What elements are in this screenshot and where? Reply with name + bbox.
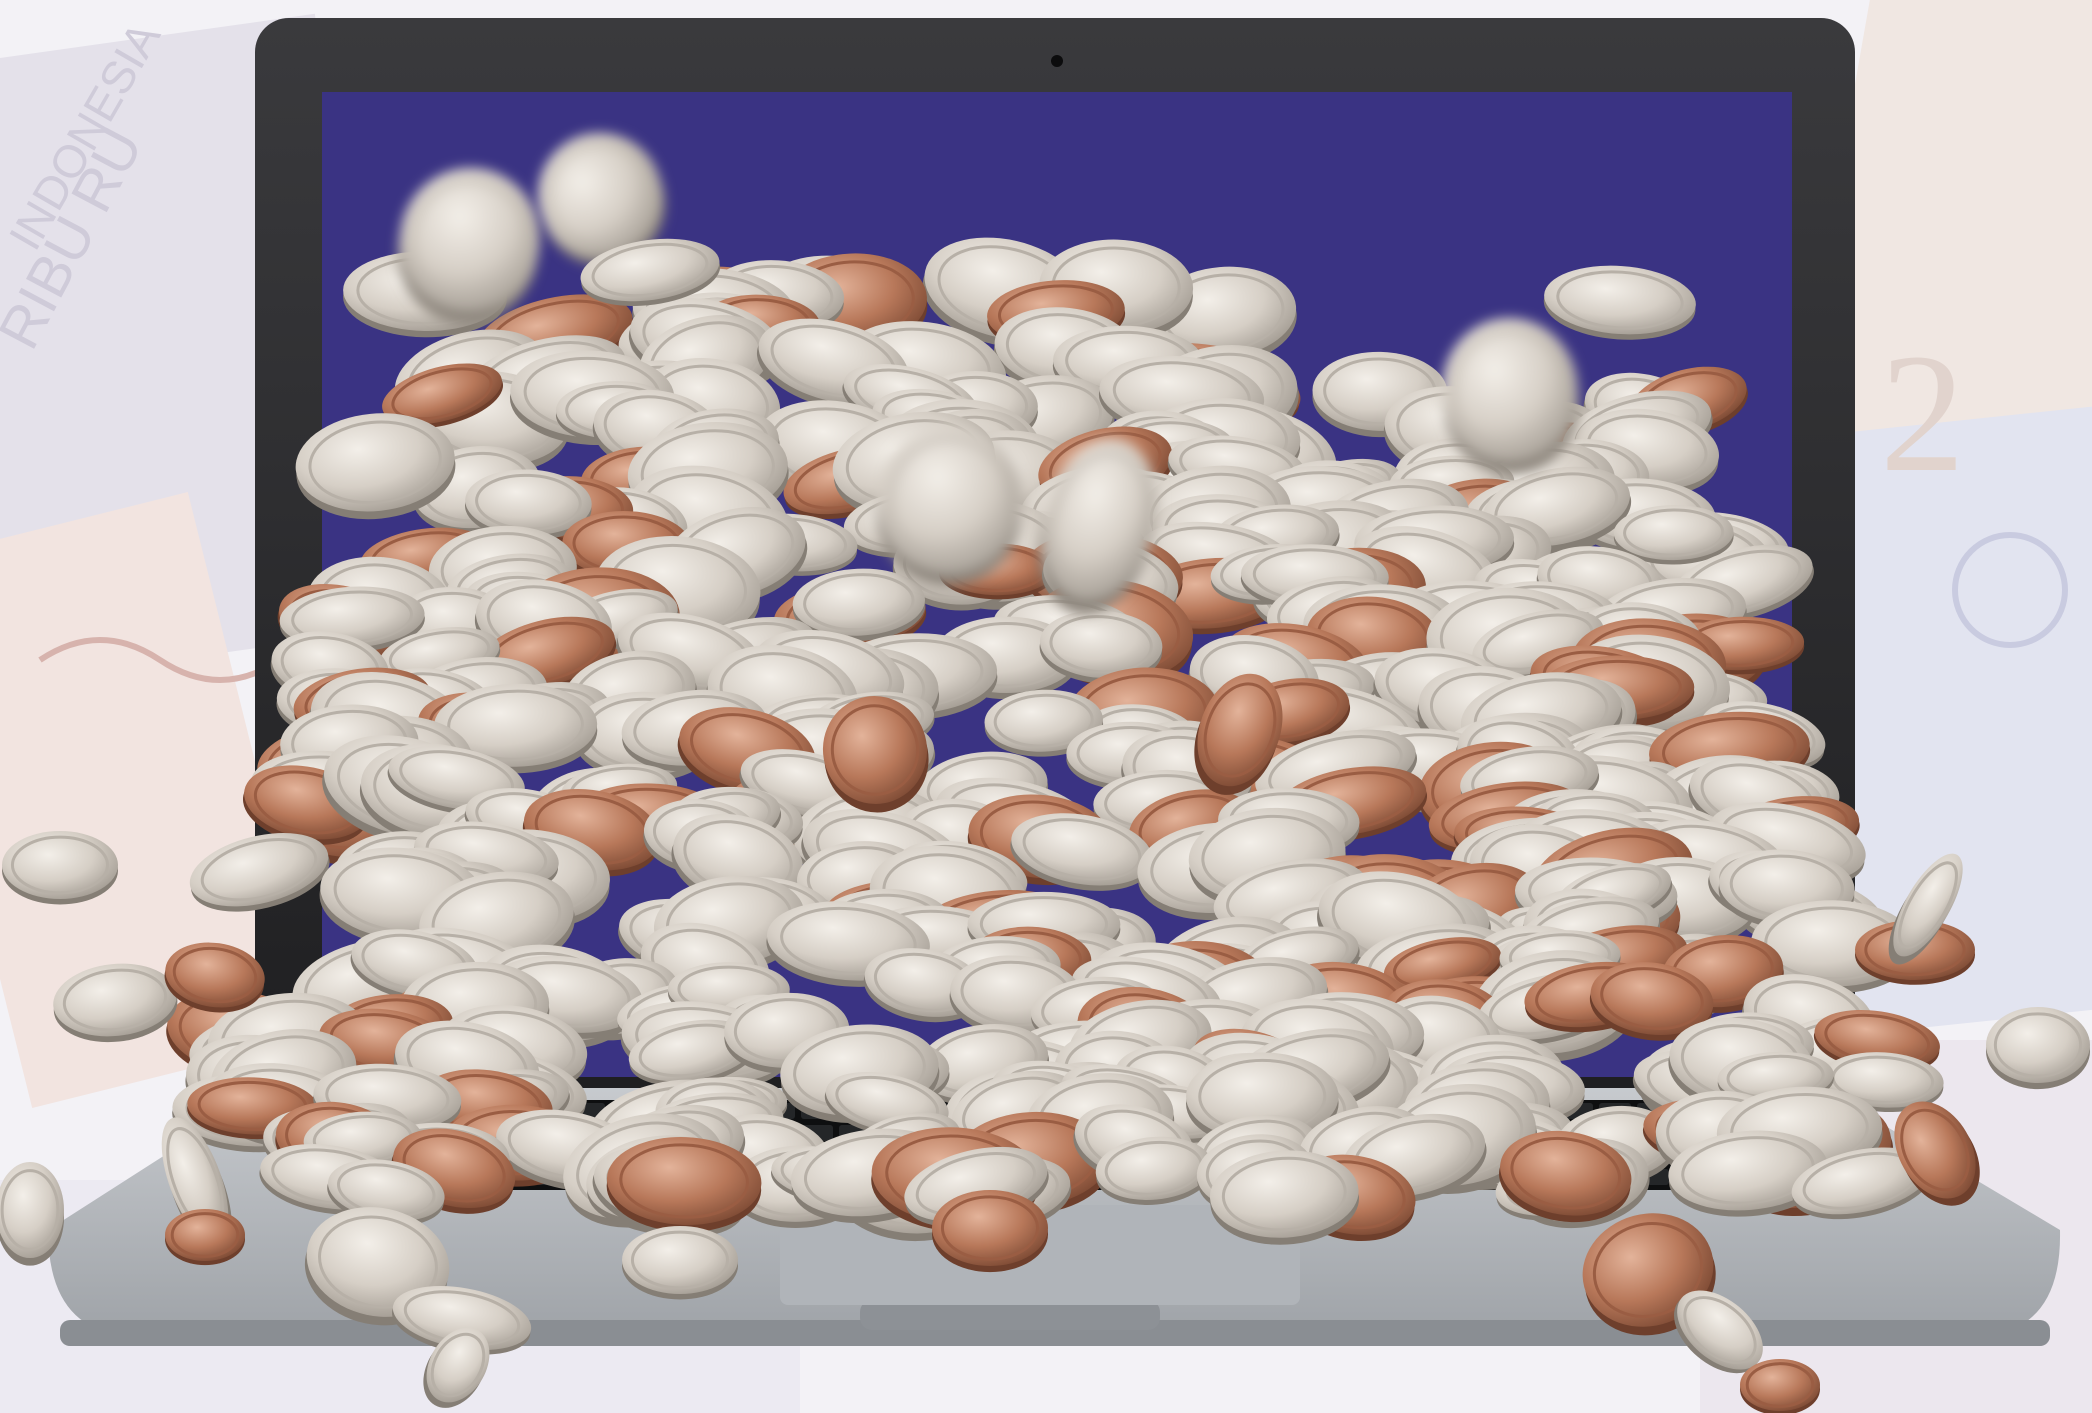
silver-coin [2, 831, 118, 905]
copper-coin [932, 1190, 1048, 1273]
silver-coin [1986, 1007, 2090, 1090]
banknote-numeral: 2 [1880, 319, 1965, 507]
webcam-dot [1051, 55, 1063, 67]
copper-coin [1740, 1359, 1820, 1413]
copper-coin [165, 1209, 245, 1266]
silver-coin [622, 1226, 738, 1300]
laptop-coins-photo: INDONESIA RIBU RU 2 [0, 0, 2092, 1413]
silver-coin [0, 1162, 64, 1266]
